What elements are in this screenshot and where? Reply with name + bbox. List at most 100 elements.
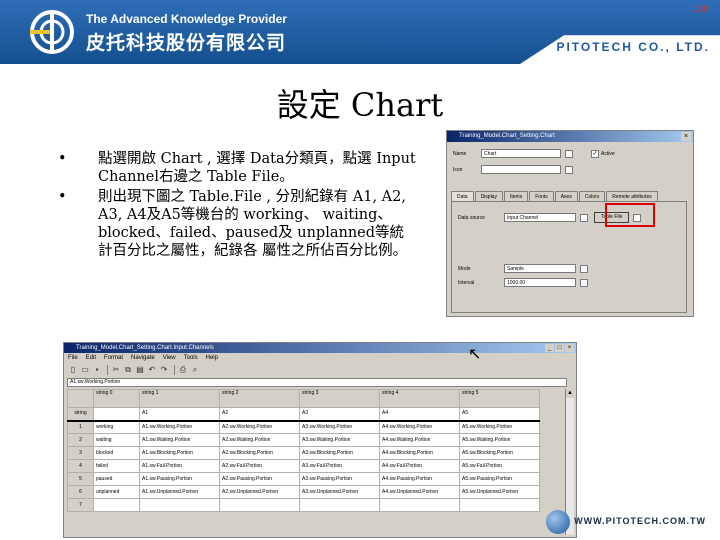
table-cell[interactable]: paused bbox=[93, 472, 140, 486]
table-cell[interactable]: unplanned bbox=[93, 485, 140, 499]
table-cell[interactable] bbox=[139, 498, 220, 512]
table-cell[interactable]: A5 bbox=[459, 407, 540, 422]
interval-field[interactable]: 1000.00 bbox=[504, 278, 576, 287]
table-cell[interactable]: A1 bbox=[139, 407, 220, 422]
save-icon[interactable]: ▪ bbox=[92, 365, 102, 375]
table-cell[interactable]: failed bbox=[93, 459, 140, 473]
row-header[interactable]: 6 bbox=[67, 485, 94, 499]
table-cell[interactable]: A2.sw.Blocking.Portion bbox=[219, 446, 300, 460]
table-cell[interactable]: A3.sw.Unplanned.Portion bbox=[299, 485, 380, 499]
table-cell[interactable]: A2.sw.Unplanned.Portion bbox=[219, 485, 300, 499]
table-cell[interactable]: A4.sw.Unplanned.Portion bbox=[379, 485, 460, 499]
maximize-icon[interactable]: □ bbox=[555, 344, 564, 352]
table-cell[interactable]: A2.sw.Fail.Portion bbox=[219, 459, 300, 473]
column-header[interactable]: string 2 bbox=[219, 389, 300, 408]
table-cell[interactable]: A5.sw.Waiting.Portion bbox=[459, 433, 540, 447]
undo-icon[interactable]: ↶ bbox=[147, 365, 157, 375]
table-cell[interactable] bbox=[459, 498, 540, 512]
tab-items[interactable]: Items bbox=[503, 191, 529, 201]
table-cell[interactable]: A2.sw.Pausing.Portion bbox=[219, 472, 300, 486]
paste-icon[interactable]: ▤ bbox=[135, 365, 145, 375]
new-file-icon[interactable]: ▯ bbox=[68, 365, 78, 375]
cell-editor-field[interactable]: A1.sw.Working.Portion bbox=[67, 378, 567, 387]
table-cell[interactable]: A2.sw.Working.Portion bbox=[219, 420, 300, 434]
data-source-checkbox[interactable] bbox=[580, 213, 588, 222]
close-icon[interactable]: × bbox=[681, 132, 691, 141]
table-cell[interactable] bbox=[93, 498, 140, 512]
table-cell[interactable]: A3.sw.Pausing.Portion bbox=[299, 472, 380, 486]
table-cell[interactable]: A5.sw.Working.Portion bbox=[459, 420, 540, 434]
icon-checkbox[interactable] bbox=[565, 165, 573, 174]
table-cell[interactable]: A1.sw.Pausing.Portion bbox=[139, 472, 220, 486]
menu-navigate[interactable]: Navigate bbox=[131, 353, 155, 363]
column-header[interactable]: string 1 bbox=[139, 389, 220, 408]
table-cell[interactable]: A5.sw.Fail.Portion bbox=[459, 459, 540, 473]
table-cell[interactable]: waiting bbox=[93, 433, 140, 447]
table-cell[interactable]: A4.sw.Blocking.Portion bbox=[379, 446, 460, 460]
tab-remote-attributes[interactable]: Remote attributes bbox=[606, 191, 658, 201]
interval-checkbox[interactable] bbox=[580, 278, 588, 287]
table-cell[interactable]: A4.sw.Working.Portion bbox=[379, 420, 460, 434]
menu-edit[interactable]: Edit bbox=[86, 353, 96, 363]
tab-fonts[interactable]: Fonts bbox=[529, 191, 554, 201]
name-checkbox[interactable] bbox=[565, 149, 573, 158]
mode-select[interactable]: Sample bbox=[504, 264, 576, 273]
minimize-icon[interactable]: _ bbox=[545, 344, 554, 352]
table-cell[interactable]: A1.sw.Unplanned.Portion bbox=[139, 485, 220, 499]
row-header[interactable]: string bbox=[67, 407, 94, 422]
row-header[interactable]: 7 bbox=[67, 498, 94, 512]
table-cell[interactable] bbox=[299, 498, 380, 512]
column-header[interactable]: string 3 bbox=[299, 389, 380, 408]
table-cell[interactable]: A1.sw.Fail.Portion bbox=[139, 459, 220, 473]
tab-axes[interactable]: Axes bbox=[554, 191, 578, 201]
table-cell[interactable]: A5.sw.Unplanned.Portion bbox=[459, 485, 540, 499]
table-cell[interactable]: A3.sw.Blocking.Portion bbox=[299, 446, 380, 460]
table-cell[interactable]: A3.sw.Fail.Portion bbox=[299, 459, 380, 473]
table-cell[interactable]: A5.sw.Blocking.Portion bbox=[459, 446, 540, 460]
table-cell[interactable] bbox=[219, 498, 300, 512]
tab-colors[interactable]: Colors bbox=[578, 191, 606, 201]
table-cell[interactable]: A5.sw.Pausing.Portion bbox=[459, 472, 540, 486]
data-source-select[interactable]: Input Channel bbox=[504, 213, 576, 222]
table-cell[interactable]: A1.sw.Waiting.Portion bbox=[139, 433, 220, 447]
table-cell[interactable] bbox=[379, 498, 460, 512]
table-cell[interactable]: A1.sw.Blocking.Portion bbox=[139, 446, 220, 460]
active-checkbox[interactable]: ✓ bbox=[591, 149, 599, 158]
menu-file[interactable]: File bbox=[68, 353, 78, 363]
row-header[interactable]: 1 bbox=[67, 420, 94, 434]
redo-icon[interactable]: ↷ bbox=[159, 365, 169, 375]
mode-checkbox[interactable] bbox=[580, 264, 588, 273]
name-field[interactable]: Chart bbox=[481, 149, 561, 158]
tab-display[interactable]: Display bbox=[474, 191, 503, 201]
row-header[interactable]: 4 bbox=[67, 459, 94, 473]
column-header[interactable]: string 5 bbox=[459, 389, 540, 408]
menu-tools[interactable]: Tools bbox=[184, 353, 198, 363]
table-cell[interactable]: A4.sw.Fail.Portion bbox=[379, 459, 460, 473]
table-cell[interactable]: working bbox=[93, 420, 140, 434]
table-cell[interactable]: A3.sw.Working.Portion bbox=[299, 420, 380, 434]
row-header[interactable]: 2 bbox=[67, 433, 94, 447]
icon-field[interactable] bbox=[481, 165, 561, 174]
menu-help[interactable]: Help bbox=[206, 353, 218, 363]
table-cell[interactable]: A3.sw.Waiting.Portion bbox=[299, 433, 380, 447]
table-cell[interactable]: A1.sw.Working.Portion bbox=[139, 420, 220, 434]
menu-format[interactable]: Format bbox=[104, 353, 123, 363]
row-header[interactable]: 5 bbox=[67, 472, 94, 486]
table-cell[interactable]: A4.sw.Pausing.Portion bbox=[379, 472, 460, 486]
table-cell[interactable]: blocked bbox=[93, 446, 140, 460]
column-header[interactable]: string 4 bbox=[379, 389, 460, 408]
table-cell[interactable] bbox=[93, 407, 140, 422]
table-cell[interactable]: A2 bbox=[219, 407, 300, 422]
column-header[interactable]: string 0 bbox=[93, 389, 140, 408]
cut-icon[interactable]: ✂ bbox=[111, 365, 121, 375]
footer-url[interactable]: WWW.PITOTECH.COM.TW bbox=[574, 516, 706, 526]
table-cell[interactable]: A4 bbox=[379, 407, 460, 422]
close-icon[interactable]: × bbox=[565, 344, 574, 352]
tab-data[interactable]: Data bbox=[451, 191, 474, 201]
table-cell[interactable]: A2.sw.Waiting.Portion bbox=[219, 433, 300, 447]
copy-icon[interactable]: ⧉ bbox=[123, 365, 133, 375]
find-icon[interactable]: ⌕ bbox=[190, 365, 200, 375]
table-cell[interactable]: A4.sw.Waiting.Portion bbox=[379, 433, 460, 447]
menu-view[interactable]: View bbox=[163, 353, 176, 363]
row-header[interactable]: 3 bbox=[67, 446, 94, 460]
